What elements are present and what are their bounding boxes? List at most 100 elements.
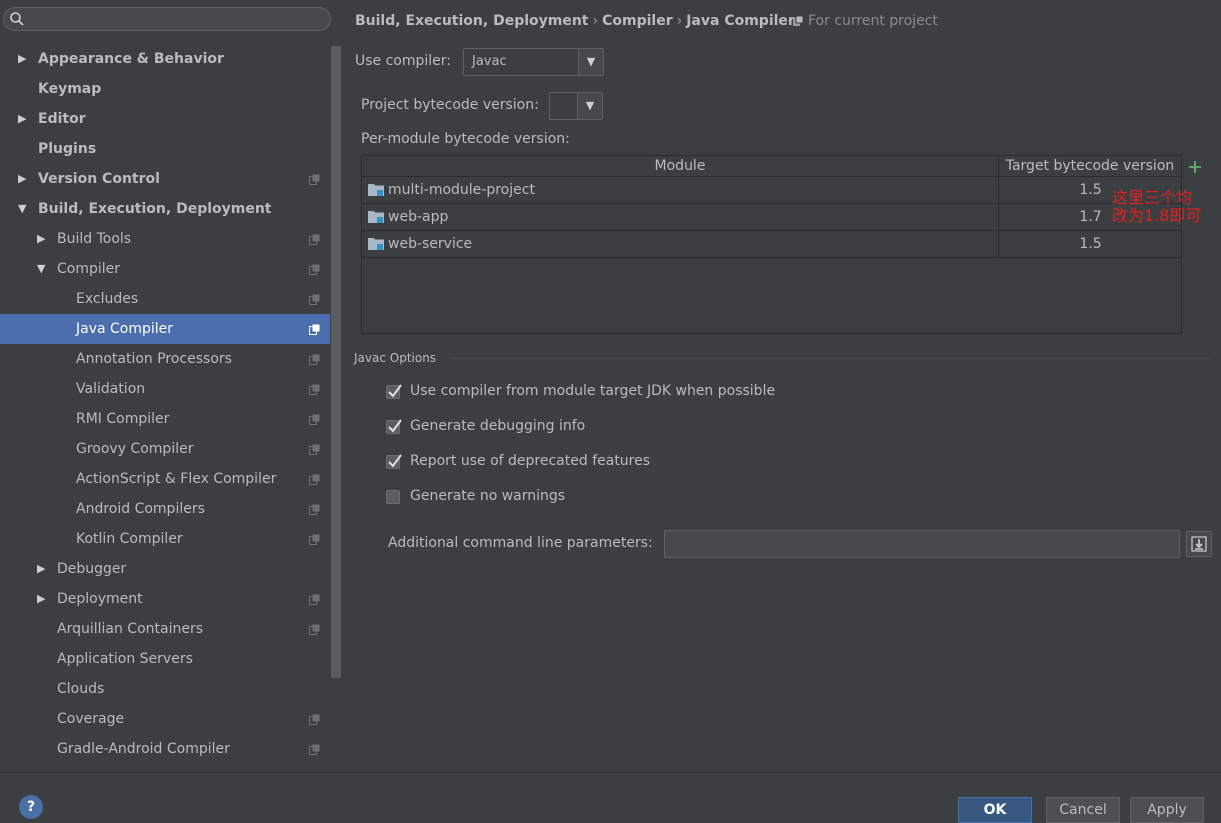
- expand-icon: [1191, 536, 1207, 552]
- sidebar-item-label: Debugger: [57, 561, 127, 577]
- expand-editor-button[interactable]: [1186, 531, 1212, 557]
- sidebar-item-deployment[interactable]: ▶ Deployment: [0, 584, 330, 614]
- sidebar-item-kotlin-compiler[interactable]: Kotlin Compiler: [0, 524, 330, 554]
- sidebar-item-annotation-processors[interactable]: Annotation Processors: [0, 344, 330, 374]
- sidebar-item-label: Arquillian Containers: [57, 621, 204, 637]
- column-header-target-version[interactable]: Target bytecode version: [998, 156, 1181, 177]
- sidebar-item-java-compiler[interactable]: Java Compiler: [0, 314, 330, 344]
- target-version-cell[interactable]: 1.5: [998, 231, 1182, 257]
- apply-button[interactable]: Apply: [1130, 797, 1204, 823]
- per-module-label: Per-module bytecode version:: [361, 131, 570, 147]
- table-row[interactable]: web-service 1.5: [362, 231, 1181, 258]
- sidebar-item-label: Keymap: [38, 81, 102, 97]
- breadcrumb-item: Java Compiler: [686, 13, 795, 29]
- sidebar-item-rmi-compiler[interactable]: RMI Compiler: [0, 404, 330, 434]
- sidebar-item-label: Clouds: [57, 681, 105, 697]
- project-level-icon: [309, 444, 320, 455]
- use-compiler-label: Use compiler:: [355, 53, 452, 69]
- sidebar-item-label: Editor: [38, 111, 86, 127]
- section-divider: [452, 358, 1210, 359]
- sidebar-item-label: Validation: [76, 381, 146, 397]
- help-button[interactable]: ?: [19, 795, 43, 819]
- dropdown-arrow-icon: ▼: [578, 49, 603, 75]
- sidebar-item-validation[interactable]: Validation: [0, 374, 330, 404]
- javac-options-title: Javac Options: [354, 351, 437, 365]
- sidebar-item-groovy-compiler[interactable]: Groovy Compiler: [0, 434, 330, 464]
- sidebar-item-label: ActionScript & Flex Compiler: [76, 471, 277, 487]
- option-label[interactable]: Generate debugging info: [410, 418, 585, 434]
- column-header-module[interactable]: Module: [362, 156, 998, 177]
- search-icon: [9, 11, 25, 27]
- table-row[interactable]: multi-module-project 1.5: [362, 177, 1181, 204]
- add-icon[interactable]: [1186, 158, 1204, 176]
- sidebar-item-actionscript-flex-compiler[interactable]: ActionScript & Flex Compiler: [0, 464, 330, 494]
- collapsed-arrow-icon[interactable]: ▶: [18, 104, 26, 134]
- module-cell: web-app: [368, 209, 448, 225]
- expanded-arrow-icon[interactable]: ▼: [37, 254, 45, 284]
- project-level-icon: [309, 744, 320, 755]
- project-level-icon: [309, 474, 320, 485]
- sidebar-item-build-tools[interactable]: ▶ Build Tools: [0, 224, 330, 254]
- collapsed-arrow-icon[interactable]: ▶: [37, 224, 45, 254]
- project-level-icon: [309, 624, 320, 635]
- sidebar-item-label: Android Compilers: [76, 501, 205, 517]
- project-level-icon: [309, 264, 320, 275]
- sidebar-item-keymap[interactable]: Keymap: [0, 74, 330, 104]
- sidebar-item-clouds[interactable]: Clouds: [0, 674, 330, 704]
- module-folder-icon: [368, 236, 384, 250]
- option-label[interactable]: Report use of deprecated features: [410, 453, 650, 469]
- sidebar-item-excludes[interactable]: Excludes: [0, 284, 330, 314]
- option-label[interactable]: Generate no warnings: [410, 488, 565, 504]
- sidebar-item-label: Java Compiler: [76, 321, 174, 337]
- sidebar-item-coverage[interactable]: Coverage: [0, 704, 330, 734]
- sidebar-item-label: Compiler: [57, 261, 121, 277]
- sidebar-item-gradle-android-compiler[interactable]: Gradle-Android Compiler: [0, 734, 330, 764]
- red-annotation: 这里三个均 改为1.8即可: [1112, 189, 1201, 225]
- project-level-icon: [309, 234, 320, 245]
- checkbox-box[interactable]: [386, 454, 402, 469]
- sidebar-item-android-compilers[interactable]: Android Compilers: [0, 494, 330, 524]
- settings-search-input[interactable]: [3, 7, 331, 31]
- table-row[interactable]: web-app 1.7: [362, 204, 1181, 231]
- module-name: multi-module-project: [388, 182, 535, 198]
- sidebar-item-label: Build, Execution, Deployment: [38, 201, 272, 217]
- sidebar-item-label: Groovy Compiler: [76, 441, 194, 457]
- annotation-line: 改为1.8即可: [1112, 206, 1202, 225]
- sidebar-scrollbar-thumb[interactable]: [331, 46, 341, 678]
- expanded-arrow-icon[interactable]: ▼: [18, 194, 26, 224]
- project-level-icon: [309, 294, 320, 305]
- sidebar-item-build-execution-deployment[interactable]: ▼ Build, Execution, Deployment: [0, 194, 330, 224]
- sidebar-item-label: Plugins: [38, 141, 97, 157]
- project-level-icon: [309, 324, 320, 335]
- module-name: web-app: [388, 209, 449, 225]
- collapsed-arrow-icon[interactable]: ▶: [18, 164, 26, 194]
- annotation-line: 这里三个均: [1112, 188, 1193, 207]
- module-cell: web-service: [368, 236, 472, 252]
- sidebar-item-plugins[interactable]: Plugins: [0, 134, 330, 164]
- checkbox-box[interactable]: [386, 384, 402, 399]
- option-label[interactable]: Use compiler from module target JDK when…: [410, 383, 775, 399]
- ok-button[interactable]: OK: [958, 797, 1032, 823]
- sidebar-item-compiler[interactable]: ▼ Compiler: [0, 254, 330, 284]
- breadcrumb-item: Build, Execution, Deployment: [355, 13, 589, 29]
- breadcrumb-separator: ›: [676, 13, 683, 29]
- sidebar-item-version-control[interactable]: ▶ Version Control: [0, 164, 330, 194]
- collapsed-arrow-icon[interactable]: ▶: [37, 584, 45, 614]
- sidebar-item-arquillian-containers[interactable]: Arquillian Containers: [0, 614, 330, 644]
- sidebar-item-label: Build Tools: [57, 231, 132, 247]
- use-compiler-select[interactable]: Javac ▼: [463, 48, 604, 76]
- checkbox-box[interactable]: [386, 490, 400, 504]
- collapsed-arrow-icon[interactable]: ▶: [18, 44, 26, 74]
- additional-params-input[interactable]: [664, 530, 1180, 558]
- checkbox-box[interactable]: [386, 419, 402, 434]
- cancel-button[interactable]: Cancel: [1046, 797, 1120, 823]
- project-level-icon: [309, 714, 320, 725]
- sidebar-item-debugger[interactable]: ▶ Debugger: [0, 554, 330, 584]
- sidebar-item-application-servers[interactable]: Application Servers: [0, 644, 330, 674]
- collapsed-arrow-icon[interactable]: ▶: [37, 554, 45, 584]
- project-bytecode-label: Project bytecode version:: [361, 97, 539, 113]
- project-bytecode-select[interactable]: ▼: [549, 92, 603, 120]
- sidebar-item-appearance-behavior[interactable]: ▶ Appearance & Behavior: [0, 44, 330, 74]
- sidebar-item-editor[interactable]: ▶ Editor: [0, 104, 330, 134]
- sidebar-item-label: Application Servers: [57, 651, 193, 667]
